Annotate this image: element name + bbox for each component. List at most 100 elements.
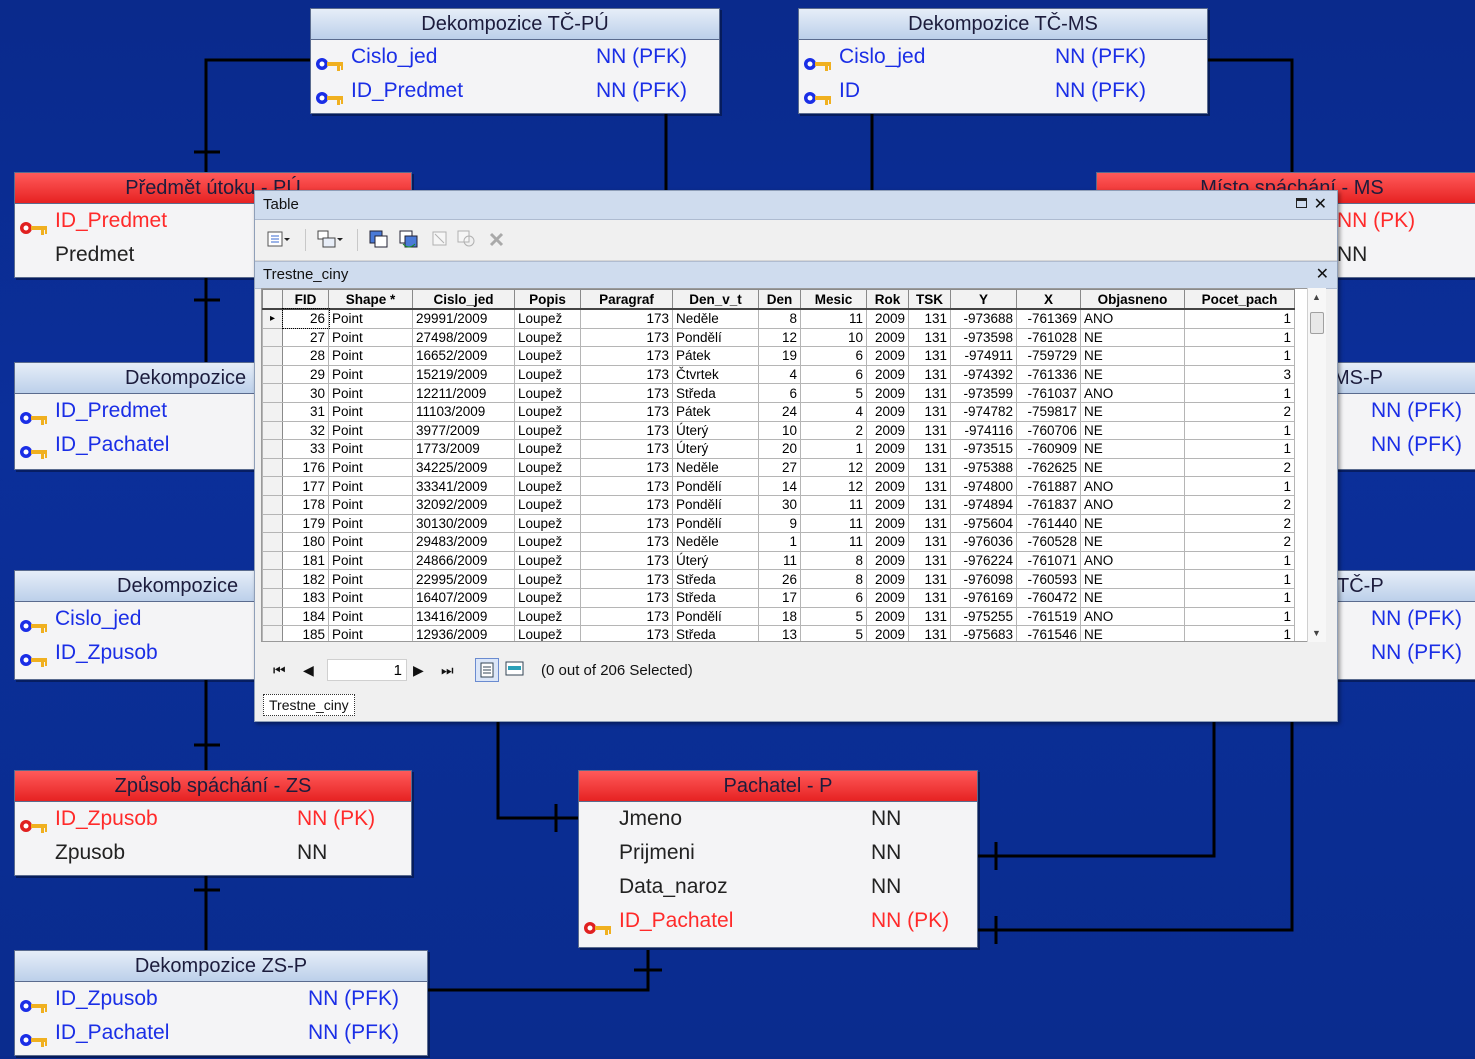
table-cell[interactable]: Středa: [672, 625, 759, 641]
table-cell[interactable]: -761519: [1016, 606, 1081, 627]
table-cell[interactable]: 183: [282, 587, 329, 608]
table-cell[interactable]: -761028: [1016, 327, 1081, 348]
table-cell[interactable]: 1: [1184, 383, 1295, 403]
table-cell[interactable]: 2: [1184, 457, 1295, 478]
table-cell[interactable]: 2009: [866, 383, 909, 403]
table-cell[interactable]: NE: [1080, 327, 1185, 348]
table-cell[interactable]: Point: [328, 625, 413, 641]
table-cell[interactable]: 11: [758, 550, 801, 571]
zoom-to-selected-icon[interactable]: [457, 230, 477, 248]
table-cell[interactable]: 8: [758, 308, 801, 329]
table-cell[interactable]: NE: [1080, 457, 1185, 478]
table-cell[interactable]: 1: [1184, 420, 1295, 441]
table-cell[interactable]: 1: [1184, 476, 1295, 496]
table-cell[interactable]: -762625: [1016, 457, 1081, 478]
table-cell[interactable]: 131: [908, 476, 951, 496]
table-cell[interactable]: 2009: [866, 532, 909, 552]
table-cell[interactable]: Point: [328, 383, 413, 403]
table-tab-button[interactable]: Trestne_ciny: [263, 694, 355, 716]
table-cell[interactable]: 131: [908, 625, 951, 641]
row-selector[interactable]: [262, 457, 283, 478]
table-cell[interactable]: -760472: [1016, 587, 1081, 608]
row-selector[interactable]: [262, 476, 283, 496]
table-cell[interactable]: 173: [580, 327, 673, 348]
table-cell[interactable]: Loupež: [514, 327, 581, 348]
table-cell[interactable]: 2009: [866, 364, 909, 385]
table-row[interactable]: 176 Point 34225/2009 Loupež 173 Neděle 27 12 200…: [262, 457, 1295, 478]
table-cell[interactable]: 131: [908, 457, 951, 478]
table-cell[interactable]: 1: [758, 532, 801, 552]
table-cell[interactable]: -974392: [950, 364, 1017, 385]
table-cell[interactable]: 24: [758, 401, 801, 422]
table-cell[interactable]: 1: [800, 439, 867, 459]
table-cell[interactable]: 173: [580, 494, 673, 515]
table-cell[interactable]: 13: [758, 625, 801, 641]
table-cell[interactable]: 173: [580, 457, 673, 478]
table-cell[interactable]: 12936/2009: [412, 625, 515, 641]
show-all-records-icon[interactable]: [475, 658, 499, 682]
table-row[interactable]: 28 Point 16652/2009 Loupež 173 Pátek 19 6 2009 13…: [262, 346, 1295, 366]
row-selector[interactable]: [262, 532, 283, 552]
record-number-field[interactable]: 1: [327, 659, 407, 681]
table-cell[interactable]: -976036: [950, 532, 1017, 552]
table-cell[interactable]: 131: [908, 364, 951, 385]
table-cell[interactable]: 12: [800, 476, 867, 496]
table-cell[interactable]: 173: [580, 550, 673, 571]
table-cell[interactable]: Středa: [672, 569, 759, 589]
column-header[interactable]: Paragraf: [580, 289, 673, 310]
table-cell[interactable]: 185: [282, 625, 329, 641]
close-table-icon[interactable]: ✕: [1316, 262, 1329, 288]
table-cell[interactable]: Loupež: [514, 550, 581, 571]
table-cell[interactable]: -761440: [1016, 513, 1081, 534]
column-header[interactable]: Shape *: [328, 289, 413, 310]
table-cell[interactable]: NE: [1080, 420, 1185, 441]
table-cell[interactable]: 1: [1184, 308, 1295, 329]
table-row[interactable]: ▸ 26 Point 29991/2009 Loupež 173 Neděle 8 11 2009…: [262, 307, 1295, 330]
table-cell[interactable]: 27: [758, 457, 801, 478]
table-cell[interactable]: 180: [282, 532, 329, 552]
table-cell[interactable]: 11: [800, 494, 867, 515]
table-cell[interactable]: 2009: [866, 457, 909, 478]
table-cell[interactable]: 8: [800, 550, 867, 571]
row-selector[interactable]: [262, 587, 283, 608]
table-cell[interactable]: 19: [758, 346, 801, 366]
table-cell[interactable]: 131: [908, 346, 951, 366]
table-cell[interactable]: Loupež: [514, 401, 581, 422]
table-row[interactable]: 32 Point 3977/2009 Loupež 173 Úterý 10 2 2009 131…: [262, 420, 1295, 441]
table-cell[interactable]: 1: [1184, 346, 1295, 366]
table-cell[interactable]: Point: [328, 476, 413, 496]
column-header[interactable]: X: [1016, 289, 1081, 310]
previous-record-icon[interactable]: ◀: [303, 662, 314, 679]
table-cell[interactable]: -761546: [1016, 625, 1081, 641]
table-cell[interactable]: NE: [1080, 346, 1185, 366]
table-cell[interactable]: -974800: [950, 476, 1017, 496]
table-cell[interactable]: 30: [758, 494, 801, 515]
table-cell[interactable]: 24866/2009: [412, 550, 515, 571]
table-cell[interactable]: 131: [908, 587, 951, 608]
table-cell[interactable]: -760706: [1016, 420, 1081, 441]
table-cell[interactable]: 181: [282, 550, 329, 571]
table-cell[interactable]: 131: [908, 532, 951, 552]
row-selector[interactable]: [262, 569, 283, 589]
table-cell[interactable]: -975255: [950, 606, 1017, 627]
table-cell[interactable]: Úterý: [672, 420, 759, 441]
column-header[interactable]: Popis: [514, 289, 581, 310]
select-by-attributes-icon[interactable]: [369, 230, 389, 248]
table-cell[interactable]: 2: [1184, 494, 1295, 515]
table-cell[interactable]: 182: [282, 569, 329, 589]
table-cell[interactable]: 6: [800, 587, 867, 608]
table-cell[interactable]: -761369: [1016, 308, 1081, 329]
table-cell[interactable]: Pátek: [672, 401, 759, 422]
table-cell[interactable]: 27: [282, 327, 329, 348]
table-cell[interactable]: 173: [580, 569, 673, 589]
table-cell[interactable]: Point: [328, 308, 413, 329]
maximize-icon[interactable]: [1296, 198, 1307, 208]
table-cell[interactable]: Pondělí: [672, 606, 759, 627]
table-cell[interactable]: 14: [758, 476, 801, 496]
table-cell[interactable]: Loupež: [514, 346, 581, 366]
next-record-icon[interactable]: ▶: [413, 662, 424, 679]
table-cell[interactable]: 6: [800, 364, 867, 385]
table-cell[interactable]: 2009: [866, 513, 909, 534]
table-cell[interactable]: 173: [580, 513, 673, 534]
scroll-up-icon[interactable]: ▲: [1312, 292, 1321, 302]
